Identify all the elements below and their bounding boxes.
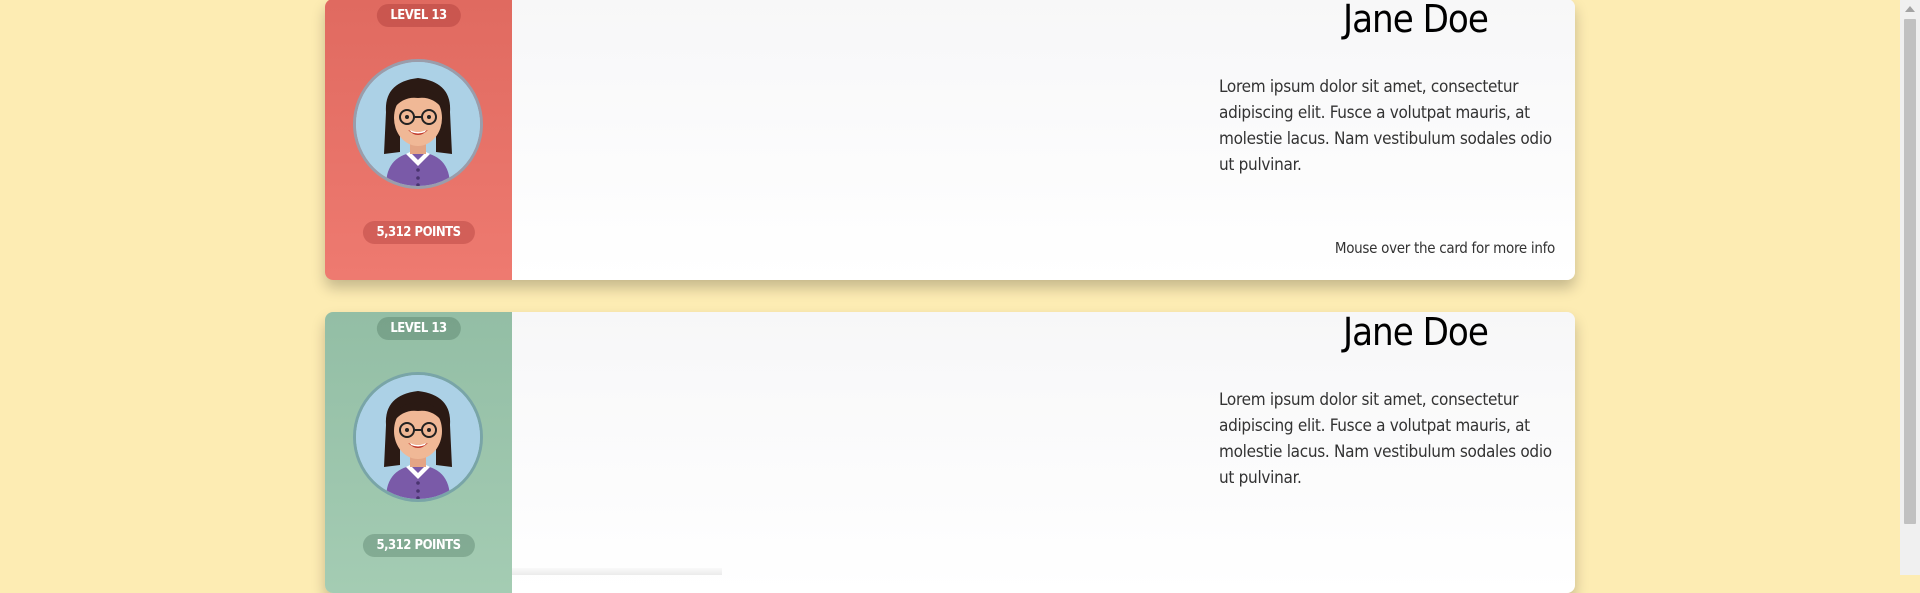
scrollbar-thumb[interactable] bbox=[1904, 19, 1916, 524]
card-content: Jane Doe Lorem ipsum dolor sit amet, con… bbox=[512, 312, 1575, 593]
points-badge: 5,312 POINTS bbox=[362, 534, 475, 557]
vertical-scrollbar[interactable] bbox=[1900, 0, 1920, 575]
avatar-woman-glasses-icon bbox=[356, 375, 480, 499]
avatar-woman-glasses-icon bbox=[356, 62, 480, 186]
card-name: Jane Doe bbox=[1343, 312, 1489, 354]
profile-card[interactable]: LEVEL 13 5,312 POINTS Jane Doe Lorem ips… bbox=[325, 312, 1575, 593]
card-hint: Mouse over the card for more info bbox=[1334, 239, 1555, 257]
card-sidebar: LEVEL 13 5,312 POINTS bbox=[325, 0, 512, 280]
card-description: Lorem ipsum dolor sit amet, consectetur … bbox=[1219, 390, 1552, 488]
scroll-up-arrow-icon[interactable] bbox=[1900, 0, 1920, 17]
level-badge: LEVEL 13 bbox=[376, 317, 461, 340]
partial-element-shadow bbox=[512, 568, 722, 575]
level-badge: LEVEL 13 bbox=[376, 4, 461, 27]
profile-card[interactable]: LEVEL 13 5,312 POINTS Jane Doe Lorem ips… bbox=[325, 0, 1575, 280]
card-name: Jane Doe bbox=[1343, 0, 1489, 41]
card-sidebar: LEVEL 13 5,312 POINTS bbox=[325, 312, 512, 593]
avatar bbox=[353, 59, 483, 189]
card-description: Lorem ipsum dolor sit amet, consectetur … bbox=[1219, 77, 1552, 175]
card-content: Jane Doe Lorem ipsum dolor sit amet, con… bbox=[512, 0, 1575, 280]
avatar bbox=[353, 372, 483, 502]
points-badge: 5,312 POINTS bbox=[362, 221, 475, 244]
